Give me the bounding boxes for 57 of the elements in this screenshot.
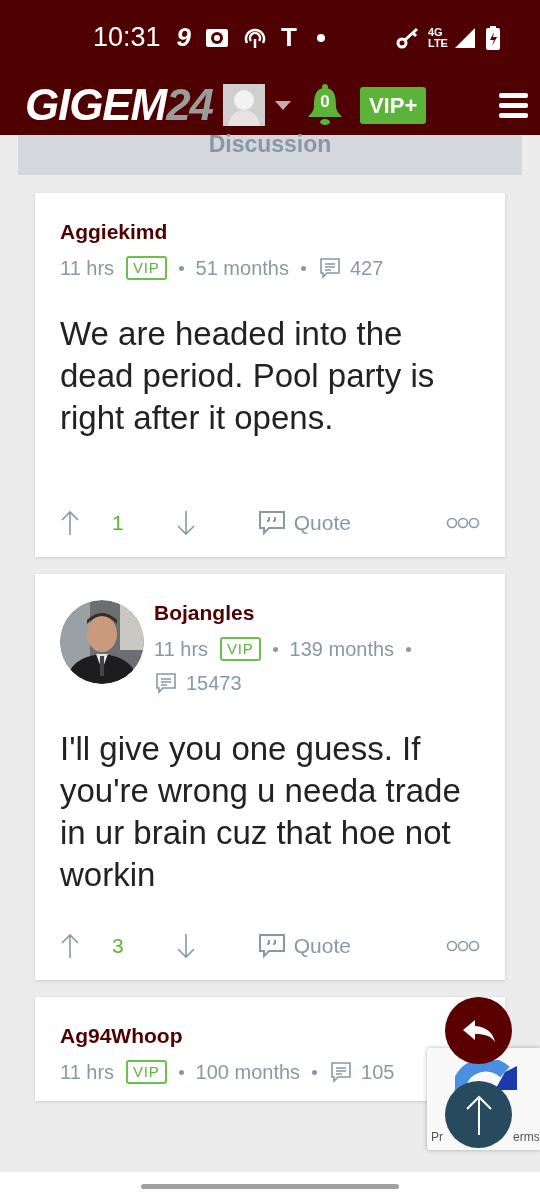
member-tenure: 51 months: [195, 256, 289, 281]
post-count: 105: [361, 1060, 395, 1085]
clock: 10:31: [93, 21, 161, 55]
up-arrow-icon: [464, 1094, 493, 1135]
downvote-arrow-icon[interactable]: [175, 933, 196, 959]
comment-icon: [317, 256, 342, 280]
author-name[interactable]: Aggiekimd: [60, 219, 384, 245]
author-name[interactable]: Ag94Whoop: [60, 1023, 395, 1049]
member-tenure: 139 months: [289, 637, 395, 662]
notification-glyph: 9: [176, 21, 192, 54]
post-count: 15473: [186, 671, 242, 696]
vip-badge: VIP: [220, 637, 261, 661]
post-time: 11 hrs: [154, 637, 209, 662]
avatar-placeholder-icon[interactable]: [222, 84, 265, 126]
menu-icon[interactable]: [499, 92, 528, 118]
post-count: 427: [349, 256, 384, 281]
dot-separator-icon: [272, 646, 278, 652]
upvote-arrow-icon[interactable]: [60, 933, 80, 959]
upvote-arrow-icon[interactable]: [60, 510, 80, 536]
network-type: 4G LTE: [428, 26, 449, 49]
home-indicator[interactable]: [141, 1183, 399, 1189]
dropdown-caret-icon[interactable]: [274, 100, 291, 110]
author-name[interactable]: Bojangles: [154, 600, 480, 626]
key-icon: [396, 26, 420, 49]
vip-badge: VIP: [126, 1060, 167, 1084]
notification-glyph: T: [281, 21, 297, 54]
battery-icon: [486, 25, 500, 50]
post-body: I'll give you one guess. If you're wrong u needa trade in ur brain cuz that hoe not workin: [60, 729, 462, 895]
recaptcha-text[interactable]: Pr: [431, 1128, 443, 1146]
quote-bubble-icon: [257, 510, 286, 536]
more-options-icon[interactable]: [446, 940, 480, 952]
dot-separator-icon: [178, 1069, 184, 1075]
reply-arrow-icon: [462, 1019, 495, 1042]
camera-icon: [205, 27, 230, 48]
vote-count: 1: [112, 510, 124, 537]
bell-icon: [306, 84, 343, 126]
post-time: 11 hrs: [60, 256, 115, 281]
more-options-icon[interactable]: [446, 517, 480, 529]
dot-separator-icon: [406, 646, 412, 652]
downvote-arrow-icon[interactable]: [175, 510, 196, 536]
dot-separator-icon: [178, 265, 184, 271]
vip-badge: VIP: [126, 256, 167, 280]
comment-icon: [154, 671, 178, 695]
radio-icon: [243, 26, 268, 49]
dot-separator-icon: [300, 265, 306, 271]
recaptcha-text[interactable]: erms: [513, 1128, 540, 1146]
dot-separator-icon: [312, 1069, 318, 1075]
vote-count: 3: [112, 933, 124, 960]
site-logo[interactable]: GIGEM24: [25, 83, 213, 127]
comment-icon: [329, 1060, 354, 1084]
notification-count: 0: [320, 91, 330, 114]
signal-icon: [454, 26, 476, 49]
post-time: 11 hrs: [60, 1060, 115, 1085]
section-title: Discussion: [208, 135, 332, 159]
quote-bubble-icon: [257, 933, 286, 959]
member-tenure: 100 months: [195, 1060, 301, 1085]
post-body: We are headed into the dead period. Pool party is right after it opens.: [60, 314, 436, 438]
